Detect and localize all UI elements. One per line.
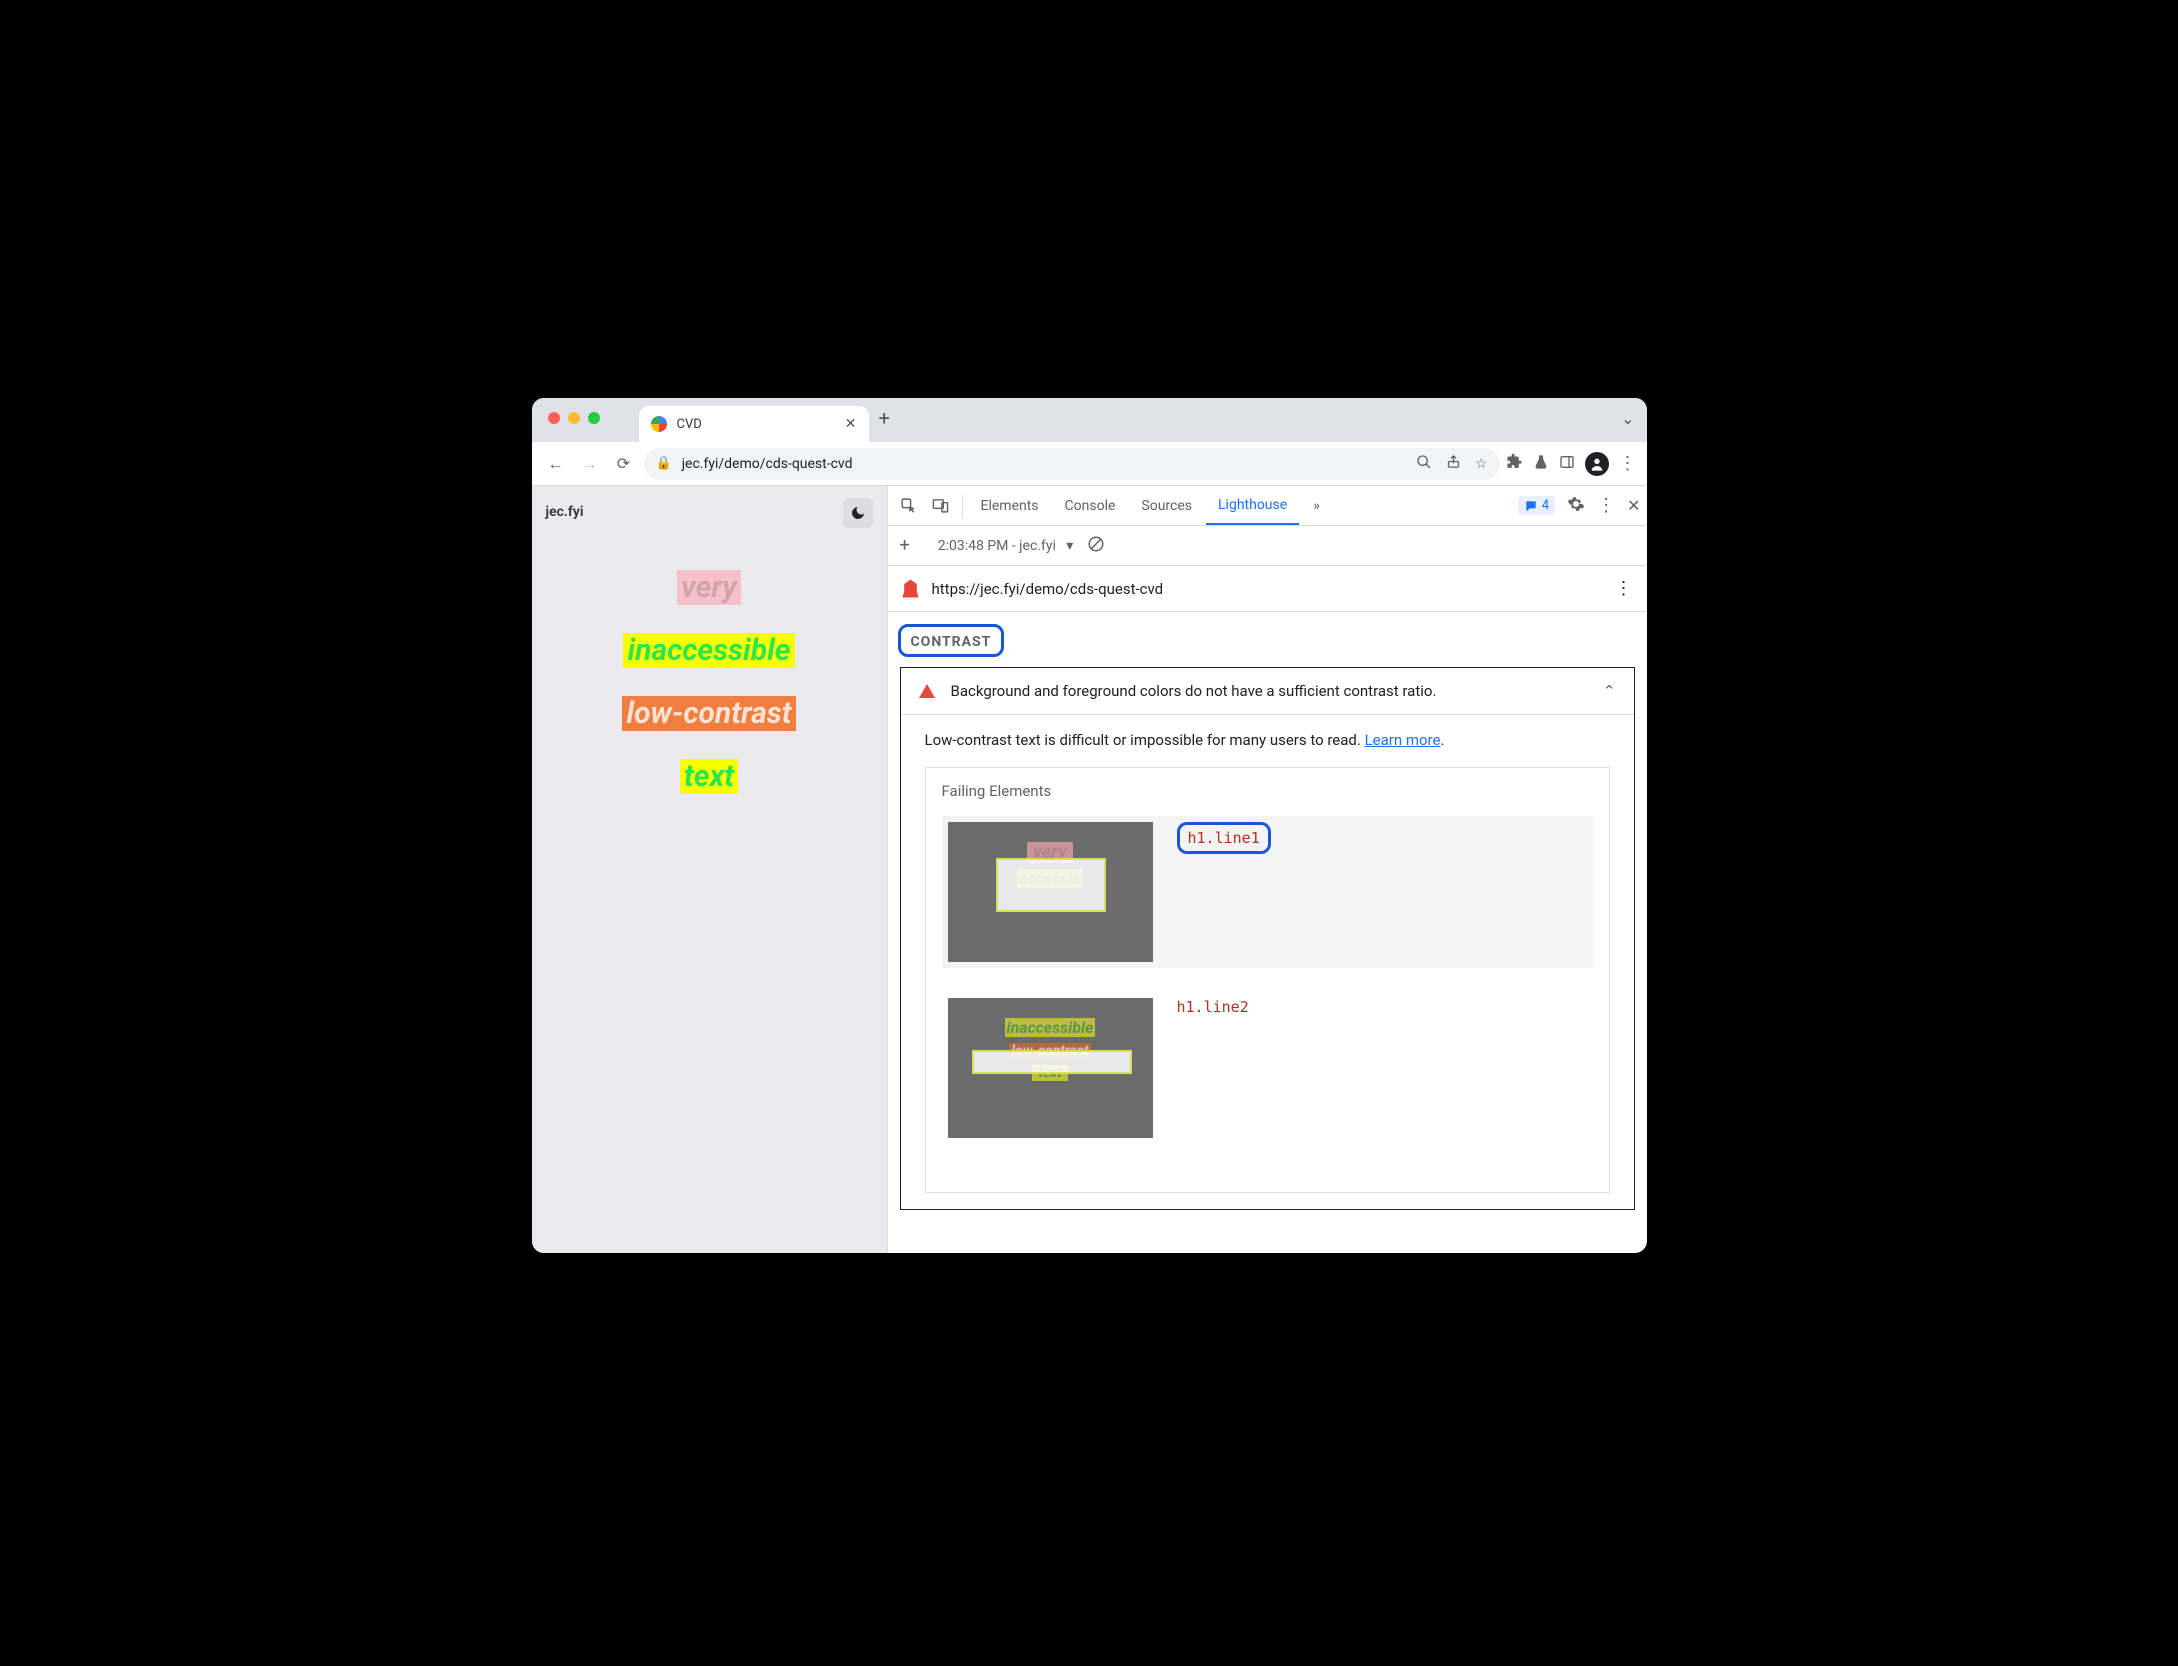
demo-line-3: low-contrast xyxy=(622,696,795,731)
lighthouse-report: CONTRAST Background and foreground color… xyxy=(888,612,1647,1253)
extensions-icon[interactable] xyxy=(1506,453,1523,474)
failing-elements-box: Failing Elements very accessib h1.lin xyxy=(925,767,1610,1193)
browser-tab[interactable]: CVD ✕ xyxy=(639,406,869,442)
tab-elements[interactable]: Elements xyxy=(969,486,1051,525)
reload-button[interactable]: ⟳ xyxy=(610,450,638,478)
window-controls xyxy=(548,412,600,424)
forward-button[interactable]: → xyxy=(576,450,604,478)
close-tab-button[interactable]: ✕ xyxy=(845,416,857,432)
lock-icon: 🔒 xyxy=(656,456,672,471)
maximize-window-button[interactable] xyxy=(588,412,600,424)
devtools-menu-icon[interactable]: ⋮ xyxy=(1597,495,1615,516)
lighthouse-subbar: + 2:03:48 PM - jec.fyi ▾ xyxy=(888,526,1647,566)
address-bar[interactable]: 🔒 jec.fyi/demo/cds-quest-cvd ☆ xyxy=(644,448,1500,480)
sidepanel-icon[interactable] xyxy=(1559,454,1575,474)
favicon-icon xyxy=(651,416,667,432)
device-toolbar-icon[interactable] xyxy=(926,497,956,514)
section-contrast-chip: CONTRAST xyxy=(898,624,1005,657)
audit-title: Background and foreground colors do not … xyxy=(951,682,1437,700)
report-menu-icon[interactable]: ⋮ xyxy=(1615,578,1633,599)
failing-element-row[interactable]: inaccessible low-contrast text h1.line2 xyxy=(942,992,1593,1144)
labs-icon[interactable] xyxy=(1533,454,1549,474)
new-tab-button[interactable]: + xyxy=(879,406,890,434)
back-button[interactable]: ← xyxy=(542,450,570,478)
profile-avatar[interactable] xyxy=(1585,452,1609,476)
tab-sources[interactable]: Sources xyxy=(1129,486,1204,525)
element-selector[interactable]: h1.line2 xyxy=(1177,998,1249,1016)
close-window-button[interactable] xyxy=(548,412,560,424)
element-selector[interactable]: h1.line1 xyxy=(1177,822,1271,854)
demo-line-2: inaccessible xyxy=(623,633,794,668)
toolbar: ← → ⟳ 🔒 jec.fyi/demo/cds-quest-cvd ☆ xyxy=(532,442,1647,486)
devtools-panel: Elements Console Sources Lighthouse » 4 … xyxy=(887,486,1647,1253)
browser-window: CVD ✕ + ⌄ ← → ⟳ 🔒 jec.fyi/demo/cds-quest… xyxy=(532,398,1647,1253)
audit-body: Low-contrast text is difficult or imposs… xyxy=(901,715,1634,1209)
audit-header[interactable]: Background and foreground colors do not … xyxy=(901,668,1634,715)
browser-menu-button[interactable]: ⋮ xyxy=(1619,453,1637,474)
console-messages-badge[interactable]: 4 xyxy=(1518,496,1555,515)
devtools-tabstrip: Elements Console Sources Lighthouse » 4 … xyxy=(888,486,1647,526)
lighthouse-logo-icon xyxy=(902,580,920,598)
devtools-close-icon[interactable]: ✕ xyxy=(1627,496,1640,515)
minimize-window-button[interactable] xyxy=(568,412,580,424)
search-icon[interactable] xyxy=(1416,454,1432,474)
clear-report-icon[interactable] xyxy=(1087,535,1105,557)
tab-overflow[interactable]: » xyxy=(1301,486,1332,525)
report-selector[interactable]: 2:03:48 PM - jec.fyi ▾ xyxy=(938,538,1074,554)
inspect-element-icon[interactable] xyxy=(894,497,924,514)
message-count: 4 xyxy=(1542,498,1549,513)
url-text: jec.fyi/demo/cds-quest-cvd xyxy=(682,456,853,472)
rendered-page: jec.fyi very inaccessible low-contrast t… xyxy=(532,486,887,1253)
page-site-name: jec.fyi xyxy=(546,504,873,520)
tab-title: CVD xyxy=(677,417,702,432)
audit-card: Background and foreground colors do not … xyxy=(900,667,1635,1210)
tab-lighthouse[interactable]: Lighthouse xyxy=(1206,486,1299,525)
collapse-icon[interactable]: ⌃ xyxy=(1603,682,1616,700)
bookmark-icon[interactable]: ☆ xyxy=(1475,456,1488,472)
warning-triangle-icon xyxy=(919,684,935,698)
demo-line-4: text xyxy=(680,759,738,794)
tab-list-button[interactable]: ⌄ xyxy=(1621,409,1634,432)
failing-element-row[interactable]: very accessib h1.line1 xyxy=(942,816,1593,968)
failing-elements-heading: Failing Elements xyxy=(942,782,1593,800)
titlebar: CVD ✕ + ⌄ xyxy=(532,398,1647,442)
share-icon[interactable] xyxy=(1446,454,1461,473)
theme-toggle[interactable] xyxy=(843,498,873,528)
element-thumbnail: very accessib xyxy=(948,822,1153,962)
demo-line-1: very xyxy=(677,570,741,605)
element-thumbnail: inaccessible low-contrast text xyxy=(948,998,1153,1138)
devtools-settings-icon[interactable] xyxy=(1567,495,1585,517)
tab-console[interactable]: Console xyxy=(1053,486,1128,525)
learn-more-link[interactable]: Learn more xyxy=(1365,731,1441,749)
new-report-button[interactable]: + xyxy=(900,535,910,556)
audit-description: Low-contrast text is difficult or imposs… xyxy=(925,731,1365,749)
report-url: https://jec.fyi/demo/cds-quest-cvd xyxy=(932,580,1164,598)
content-area: jec.fyi very inaccessible low-contrast t… xyxy=(532,486,1647,1253)
report-url-bar: https://jec.fyi/demo/cds-quest-cvd ⋮ xyxy=(888,566,1647,612)
